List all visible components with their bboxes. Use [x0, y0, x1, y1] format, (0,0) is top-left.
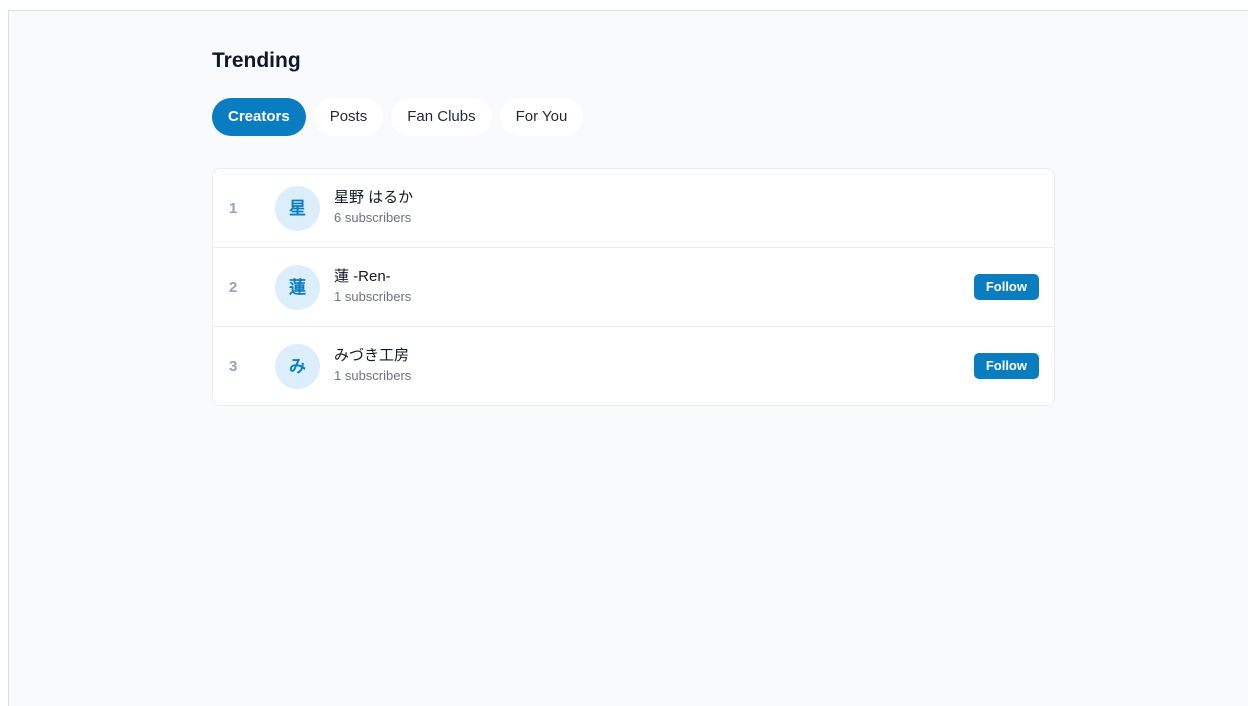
tab-for-you[interactable]: For You	[499, 98, 584, 136]
creator-name[interactable]: 蓮 -Ren-	[334, 268, 391, 286]
creator-name[interactable]: 星野 はるか	[334, 189, 413, 207]
tab-posts[interactable]: Posts	[313, 98, 384, 136]
creator-name[interactable]: みづき工房	[334, 347, 409, 365]
page-viewport: Trending Creators Posts Fan Clubs For Yo…	[8, 10, 1248, 706]
creator-rank: 2	[229, 279, 238, 296]
avatar[interactable]: 蓮	[275, 265, 320, 310]
avatar[interactable]: 星	[275, 186, 320, 231]
page-title: Trending	[212, 49, 301, 72]
creator-row[interactable]: 1 星 星野 はるか 6 subscribers	[213, 169, 1054, 248]
creator-rank: 1	[229, 200, 238, 217]
creator-ranking-list: 1 星 星野 はるか 6 subscribers 2 蓮 蓮 -Ren- 1 s…	[212, 168, 1055, 406]
tab-creators[interactable]: Creators	[212, 98, 306, 136]
subscriber-count: 1 subscribers	[334, 368, 412, 383]
tab-bar: Creators Posts Fan Clubs For You	[212, 98, 584, 136]
follow-button[interactable]: Follow	[973, 353, 1039, 379]
creator-row[interactable]: 2 蓮 蓮 -Ren- 1 subscribers Follow	[213, 248, 1054, 327]
creator-rank: 3	[229, 358, 238, 375]
follow-button[interactable]: Follow	[973, 274, 1039, 300]
tab-fan-clubs[interactable]: Fan Clubs	[391, 98, 492, 136]
subscriber-count: 6 subscribers	[334, 210, 412, 225]
creator-row[interactable]: 3 み みづき工房 1 subscribers Follow	[213, 327, 1054, 405]
subscriber-count: 1 subscribers	[334, 289, 412, 304]
avatar[interactable]: み	[275, 344, 320, 389]
